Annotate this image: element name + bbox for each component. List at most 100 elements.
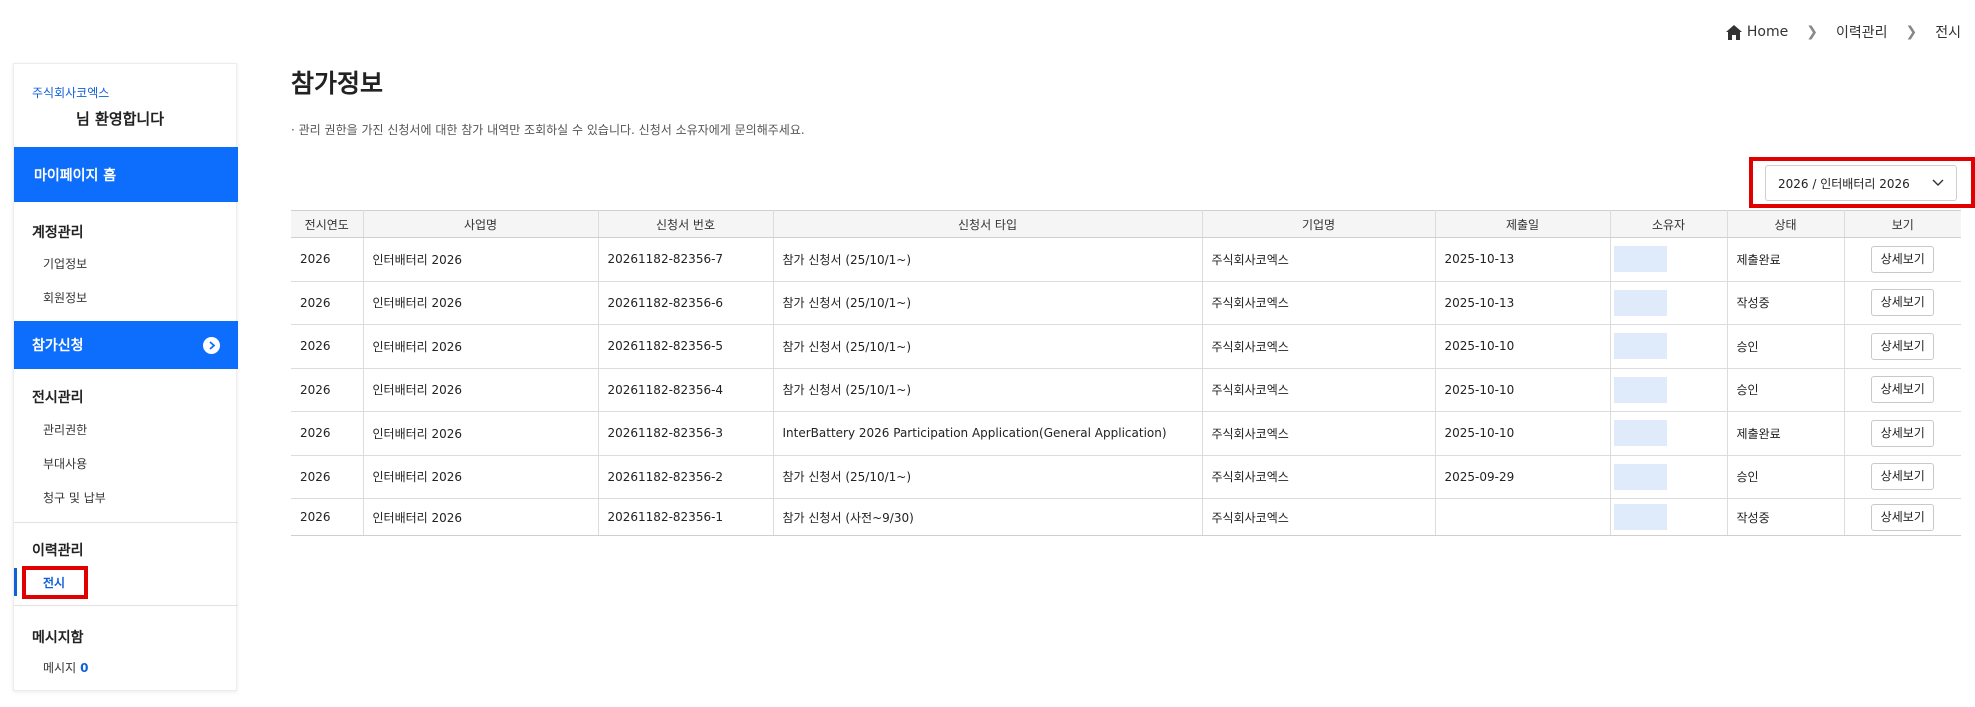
- cell-type: 참가 신청서 (사전~9/30): [773, 498, 1203, 536]
- cell-view: 상세보기: [1844, 498, 1961, 536]
- owner-chip: [1613, 333, 1667, 360]
- col-header-year: 전시연도: [291, 210, 364, 238]
- sidebar-item-manage-rights[interactable]: 관리권한: [43, 421, 87, 438]
- participation-table: 전시연도 사업명 신청서 번호 신청서 타입 기업명 제출일 소유자 상태 보기…: [291, 210, 1961, 536]
- sidebar-section-exhibit: 전시관리: [32, 390, 84, 406]
- cell-company: 주식회사코엑스: [1202, 324, 1436, 369]
- exhibition-select[interactable]: 2026 / 인터배터리 2026: [1765, 165, 1957, 201]
- cell-company: 주식회사코엑스: [1202, 411, 1436, 456]
- cell-owner: [1610, 498, 1728, 536]
- detail-button[interactable]: 상세보기: [1871, 419, 1935, 447]
- highlight-box: [22, 566, 88, 599]
- sidebar-apply-label: 참가신청: [32, 338, 84, 354]
- sidebar-item-side-use[interactable]: 부대사용: [43, 455, 87, 472]
- detail-button[interactable]: 상세보기: [1871, 245, 1935, 273]
- cell-project: 인터배터리 2026: [363, 411, 599, 456]
- cell-company: 주식회사코엑스: [1202, 281, 1436, 325]
- sidebar-section-message: 메시지함: [32, 630, 84, 646]
- table-header-row: 전시연도 사업명 신청서 번호 신청서 타입 기업명 제출일 소유자 상태 보기: [291, 210, 1961, 238]
- cell-company: 주식회사코엑스: [1202, 237, 1436, 282]
- divider: [14, 605, 238, 606]
- cell-date: 2025-10-10: [1435, 368, 1611, 412]
- owner-chip: [1613, 289, 1667, 316]
- chevron-right-icon: ❯: [1905, 24, 1918, 40]
- cell-project: 인터배터리 2026: [363, 455, 599, 499]
- cell-type: 참가 신청서 (25/10/1~): [773, 281, 1203, 325]
- table-row: 2026 인터배터리 2026 20261182-82356-1 참가 신청서 …: [291, 498, 1961, 536]
- cell-type: 참가 신청서 (25/10/1~): [773, 368, 1203, 412]
- breadcrumb-home-label: Home: [1746, 24, 1789, 40]
- sidebar-apply-button[interactable]: 참가신청: [14, 321, 238, 369]
- cell-view: 상세보기: [1844, 455, 1961, 499]
- sidebar-item-message[interactable]: 메시지 0: [43, 659, 88, 676]
- detail-button[interactable]: 상세보기: [1871, 376, 1935, 404]
- cell-year: 2026: [291, 498, 364, 536]
- cell-project: 인터배터리 2026: [363, 324, 599, 369]
- cell-view: 상세보기: [1844, 368, 1961, 412]
- cell-project: 인터배터리 2026: [363, 281, 599, 325]
- cell-year: 2026: [291, 455, 364, 499]
- page-title: 참가정보: [291, 69, 384, 98]
- detail-button[interactable]: 상세보기: [1871, 463, 1935, 491]
- cell-status: 승인: [1727, 368, 1845, 412]
- sidebar-section-history: 이력관리: [32, 543, 84, 559]
- sidebar-mypage-home-label: 마이페이지 홈: [34, 167, 117, 184]
- divider: [14, 522, 238, 523]
- cell-date: 2025-10-13: [1435, 237, 1611, 282]
- breadcrumb-home[interactable]: Home: [1725, 24, 1789, 40]
- cell-number: 20261182-82356-4: [598, 368, 774, 412]
- cell-company: 주식회사코엑스: [1202, 455, 1436, 499]
- detail-button[interactable]: 상세보기: [1871, 289, 1935, 317]
- col-header-status: 상태: [1727, 210, 1845, 238]
- cell-type: 참가 신청서 (25/10/1~): [773, 324, 1203, 369]
- cell-date: [1435, 498, 1611, 536]
- table-row: 2026 인터배터리 2026 20261182-82356-6 참가 신청서 …: [291, 281, 1961, 325]
- owner-chip: [1613, 246, 1667, 273]
- cell-status: 승인: [1727, 324, 1845, 369]
- notice-text: · 관리 권한을 가진 신청서에 대한 참가 내역만 조회하실 수 있습니다. …: [291, 123, 805, 137]
- breadcrumb-history[interactable]: 이력관리: [1836, 22, 1888, 42]
- cell-date: 2025-09-29: [1435, 455, 1611, 499]
- breadcrumb: Home ❯ 이력관리 ❯ 전시: [1725, 22, 1961, 42]
- cell-number: 20261182-82356-3: [598, 411, 774, 456]
- cell-view: 상세보기: [1844, 324, 1961, 369]
- owner-chip: [1613, 504, 1667, 530]
- chevron-right-icon: [203, 336, 220, 354]
- sidebar-welcome: 님 환영합니다: [76, 110, 165, 128]
- detail-button[interactable]: 상세보기: [1871, 332, 1935, 360]
- table-row: 2026 인터배터리 2026 20261182-82356-5 참가 신청서 …: [291, 324, 1961, 369]
- cell-project: 인터배터리 2026: [363, 237, 599, 282]
- home-icon: [1725, 24, 1742, 40]
- cell-date: 2025-10-10: [1435, 411, 1611, 456]
- chevron-right-icon: ❯: [1806, 24, 1818, 40]
- cell-type: InterBattery 2026 Participation Applicat…: [773, 411, 1203, 456]
- sidebar-item-company-info[interactable]: 기업정보: [43, 255, 87, 272]
- exhibition-select-value: 2026 / 인터배터리 2026: [1778, 176, 1910, 191]
- cell-type: 참가 신청서 (25/10/1~): [773, 455, 1203, 499]
- cell-project: 인터배터리 2026: [363, 498, 599, 536]
- sidebar-item-member-info[interactable]: 회원정보: [43, 289, 87, 306]
- cell-owner: [1610, 281, 1728, 325]
- sidebar-mypage-home[interactable]: 마이페이지 홈: [14, 147, 238, 202]
- cell-company: 주식회사코엑스: [1202, 368, 1436, 412]
- sidebar-section-account: 계정관리: [32, 225, 84, 241]
- cell-company: 주식회사코엑스: [1202, 498, 1436, 536]
- cell-view: 상세보기: [1844, 237, 1961, 282]
- cell-status: 제출완료: [1727, 411, 1845, 456]
- owner-chip: [1613, 420, 1667, 447]
- cell-owner: [1610, 237, 1728, 282]
- cell-status: 작성중: [1727, 281, 1845, 325]
- cell-year: 2026: [291, 324, 364, 369]
- cell-date: 2025-10-10: [1435, 324, 1611, 369]
- cell-status: 작성중: [1727, 498, 1845, 536]
- sidebar-item-billing[interactable]: 청구 및 납부: [43, 489, 106, 506]
- cell-owner: [1610, 368, 1728, 412]
- cell-status: 제출완료: [1727, 237, 1845, 282]
- table-row: 2026 인터배터리 2026 20261182-82356-4 참가 신청서 …: [291, 368, 1961, 412]
- sidebar-message-label: 메시지: [43, 661, 77, 675]
- sidebar-company-name: 주식회사코엑스: [32, 86, 110, 100]
- owner-chip: [1613, 463, 1667, 490]
- cell-year: 2026: [291, 411, 364, 456]
- detail-button[interactable]: 상세보기: [1871, 503, 1935, 531]
- cell-number: 20261182-82356-7: [598, 237, 774, 282]
